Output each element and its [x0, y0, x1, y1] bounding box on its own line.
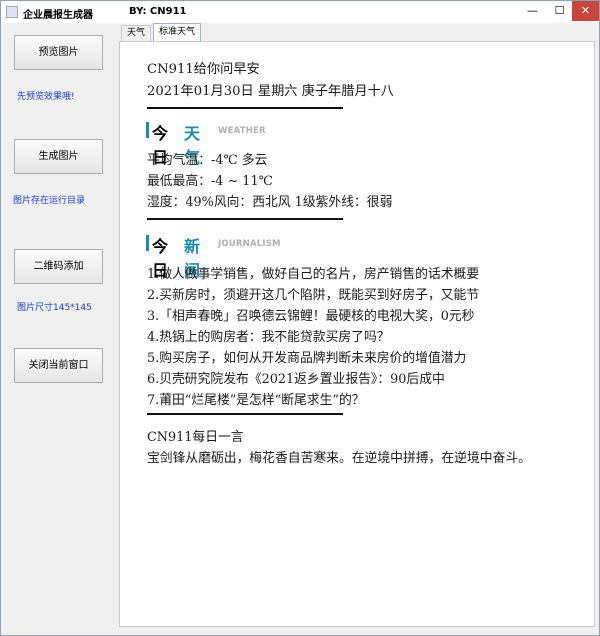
window-author: BY: CN911: [129, 6, 187, 17]
news-item: 6.贝壳研究院发布《2021返乡置业报告》：90后成中: [147, 372, 445, 387]
tab-weather[interactable]: 天气: [121, 25, 151, 41]
close-window-button[interactable]: ✕: [572, 1, 599, 21]
section-accent-bar: [146, 235, 149, 251]
greeting: CN911给你问早安: [147, 62, 260, 77]
section-accent-bar: [146, 122, 149, 138]
quote-title: CN911每日一言: [147, 430, 244, 445]
sidebar: 预览图片 先预览效果哦! 生成图片 图片存在运行目录 二维码添加 图片尺寸145…: [1, 23, 117, 635]
daily-quote: 宝剑锋从磨砺出，梅花香自苦寒来。在逆境中拼搏，在逆境中奋斗。: [147, 451, 531, 466]
weather-temp-range: 最低最高：-4 ~ 11℃: [147, 174, 273, 189]
preview-hint: 先预览效果哦!: [17, 92, 75, 102]
section-title-english: JOURNALISM: [218, 239, 281, 249]
news-item: 4.热锅上的购房者：我不能贷款买房了吗？: [147, 330, 390, 345]
minimize-button[interactable]: —: [519, 1, 546, 21]
divider: [147, 107, 343, 109]
tab-standard-weather[interactable]: 标准天气: [153, 23, 201, 42]
maximize-button[interactable]: ☐: [546, 1, 573, 21]
weather-humidity: 湿度：49%风向：西北风 1级紫外线：很弱: [147, 195, 393, 210]
qrcode-button[interactable]: 二维码添加: [14, 249, 103, 284]
weather-avg-temp: 平均气温：-4℃ 多云: [147, 153, 268, 168]
date-line: 2021年01月30日 星期六 庚子年腊月十八: [147, 84, 394, 99]
divider: [147, 218, 343, 220]
window-title: 企业晨报生成器: [23, 10, 93, 21]
news-item: 2.买新房时，须避开这几个陷阱，既能买到好房子，又能节: [147, 288, 480, 303]
preview-button[interactable]: 预览图片: [14, 35, 103, 70]
generate-hint: 图片存在运行目录: [13, 196, 86, 206]
close-current-window-button[interactable]: 关闭当前窗口: [14, 348, 103, 383]
news-item: 1.做人做事学销售，做好自己的名片，房产销售的话术概要: [147, 267, 480, 282]
tab-bar: 天气 标准天气: [117, 23, 597, 42]
section-title-english: WEATHER: [218, 126, 266, 136]
divider: [147, 413, 343, 415]
generate-button[interactable]: 生成图片: [14, 139, 103, 174]
app-icon: [6, 6, 18, 18]
news-item: 7.莆田“烂尾楼”是怎样“断尾求生”的？: [147, 393, 365, 408]
report-preview: CN911给你问早安 2021年01月30日 星期六 庚子年腊月十八 今日 天气…: [119, 41, 595, 627]
qrcode-hint: 图片尺寸145*145: [17, 303, 92, 313]
news-item: 5.购买房子，如何从开发商品牌判断未来房价的增值潜力: [147, 351, 467, 366]
app-window: 企业晨报生成器 BY: CN911 — ☐ ✕ 预览图片 先预览效果哦! 生成图…: [0, 0, 600, 636]
news-item: 3.「相声春晚」召唤德云锦鲤！最硬核的电视大奖，0元秒: [147, 309, 475, 324]
title-bar[interactable]: 企业晨报生成器 BY: CN911 — ☐ ✕: [1, 1, 599, 23]
